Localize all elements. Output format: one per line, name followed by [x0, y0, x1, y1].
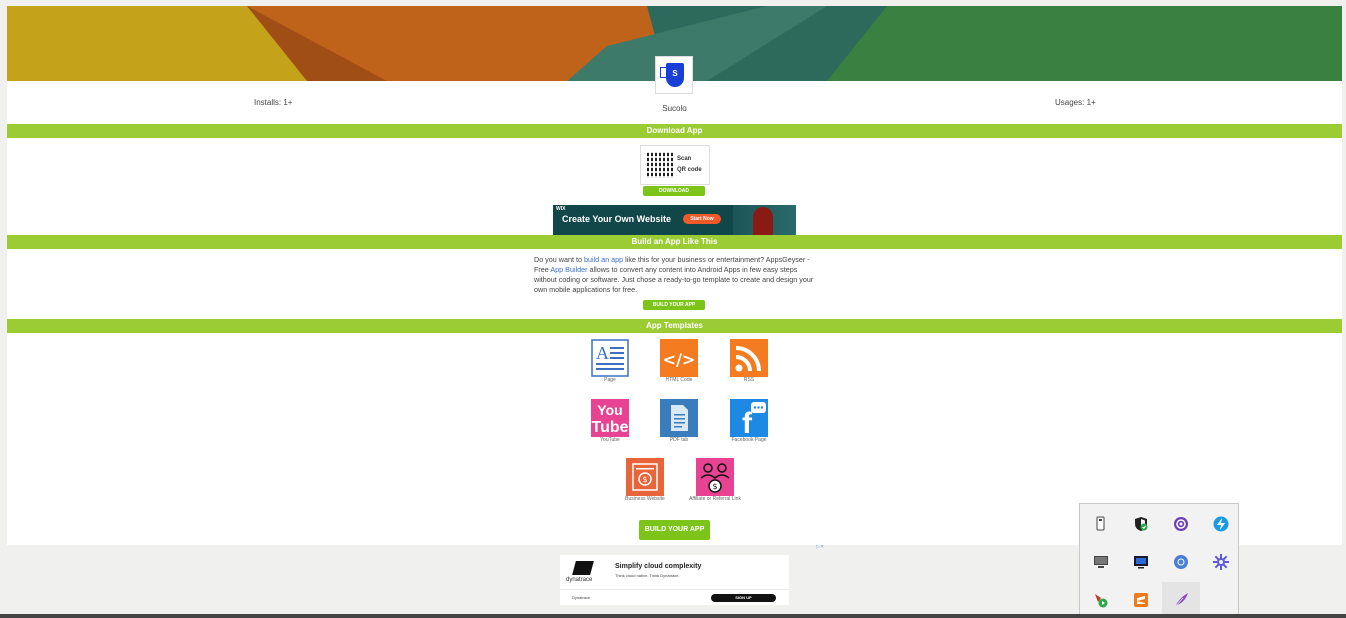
app-logo-icon: S: [666, 63, 684, 87]
system-tray-overflow: [1079, 503, 1239, 618]
pdf-icon: [660, 399, 698, 437]
ad-subline: Think cloud native. Think Dynatrace.: [615, 573, 680, 578]
template-label: Business Website: [625, 496, 665, 502]
svg-text:You: You: [597, 402, 622, 418]
template-youtube[interactable]: You Tube YouTube: [570, 399, 650, 443]
sublime-text-icon[interactable]: [1122, 582, 1160, 618]
template-label: YouTube: [600, 437, 620, 443]
svg-text:f: f: [742, 407, 753, 437]
qr-label-line1: Scan: [677, 156, 692, 162]
ad-sign-up-button[interactable]: SIGN UP: [711, 594, 776, 602]
app-name: Sucolo: [662, 104, 687, 113]
svg-text:Tube: Tube: [591, 419, 628, 436]
page-icon: A: [591, 339, 629, 377]
build-an-app-link[interactable]: build an app: [584, 255, 623, 264]
ad-footer: Dynatrace SIGN UP: [560, 589, 789, 606]
template-label: PDF tab: [669, 437, 689, 443]
dynatrace-logo-icon: [572, 561, 594, 575]
youtube-icon: You Tube: [591, 399, 629, 437]
taskbar-edge: [0, 614, 1346, 618]
security-shield-icon[interactable]: [1122, 506, 1160, 542]
ad-advertiser-name: Dynatrace: [572, 595, 591, 600]
template-rss[interactable]: RSS: [709, 339, 789, 383]
template-facebook-page[interactable]: f Facebook Page: [709, 399, 789, 443]
display-icon[interactable]: [1082, 544, 1120, 580]
template-html-code[interactable]: </> HTML Code: [639, 339, 719, 383]
qr-code-box: Scan QR code: [640, 145, 710, 185]
chrome-icon[interactable]: [1162, 544, 1200, 580]
qr-label: Scan QR code: [677, 154, 702, 176]
template-page[interactable]: A Page: [570, 339, 650, 383]
business-website-icon: $: [626, 458, 664, 496]
media-player-icon[interactable]: [1082, 582, 1120, 618]
app-builder-link[interactable]: App Builder: [550, 265, 587, 274]
affiliate-link-icon: $: [696, 458, 734, 496]
template-affiliate-link[interactable]: $ Affiliate or Referral Link: [675, 458, 755, 502]
lightning-app-icon[interactable]: [1202, 506, 1240, 542]
download-section-header: Download App: [7, 124, 1342, 138]
template-label: HTML Code: [665, 377, 693, 383]
facebook-icon: f: [730, 399, 768, 440]
wix-ad-banner[interactable]: WIX Create Your Own Website Start Now: [553, 205, 796, 235]
build-your-app-button[interactable]: BUILD YOUR APP: [639, 520, 710, 540]
build-description: Do you want to build an app like this fo…: [534, 255, 814, 295]
usb-drive-icon[interactable]: [1082, 506, 1120, 542]
build-section-header: Build an App Like This: [7, 235, 1342, 249]
rss-icon: [730, 339, 768, 377]
template-pdf-tab[interactable]: PDF tab: [639, 399, 719, 443]
template-label: RSS: [743, 377, 755, 383]
qr-code-image: [647, 152, 673, 178]
template-label: Facebook Page: [731, 437, 767, 443]
app-page: S Installs: 1+ Usages: 1+ Sucolo Downloa…: [7, 6, 1342, 545]
svg-text:A: A: [596, 343, 609, 363]
dynatrace-ad-banner[interactable]: dynatrace Simplify cloud complexity Thin…: [560, 555, 789, 605]
template-label: Page: [604, 377, 616, 383]
ad-headline: Create Your Own Website: [562, 214, 672, 224]
monitor-app-icon[interactable]: [1122, 544, 1160, 580]
ad-person-image: [753, 207, 773, 235]
templates-section-header: App Templates: [7, 319, 1342, 333]
ad-headline: Simplify cloud complexity: [615, 563, 702, 570]
ad-logo-text: dynatrace: [566, 577, 593, 583]
build-your-app-small-button[interactable]: BUILD YOUR APP: [643, 300, 705, 310]
browser-app-icon[interactable]: [1162, 506, 1200, 542]
build-text-1: Do you want to: [534, 255, 584, 264]
feather-pen-icon[interactable]: [1162, 582, 1200, 618]
ad-start-now-button[interactable]: Start Now: [683, 214, 721, 224]
svg-text:$: $: [642, 475, 647, 484]
qr-label-line2: QR code: [677, 167, 702, 173]
template-label: Affiliate or Referral Link: [689, 496, 741, 502]
app-icon: S: [655, 56, 693, 94]
svg-text:</>: </>: [663, 350, 696, 369]
svg-text:$: $: [712, 482, 717, 491]
html-code-icon: </>: [660, 339, 698, 377]
template-business-website[interactable]: $ Business Website: [605, 458, 685, 502]
settings-gear-icon[interactable]: [1202, 544, 1240, 580]
ad-choices-icon[interactable]: ▷✕: [816, 544, 824, 550]
ad-brand: WIX: [556, 206, 566, 212]
download-button[interactable]: DOWNLOAD: [643, 186, 705, 196]
